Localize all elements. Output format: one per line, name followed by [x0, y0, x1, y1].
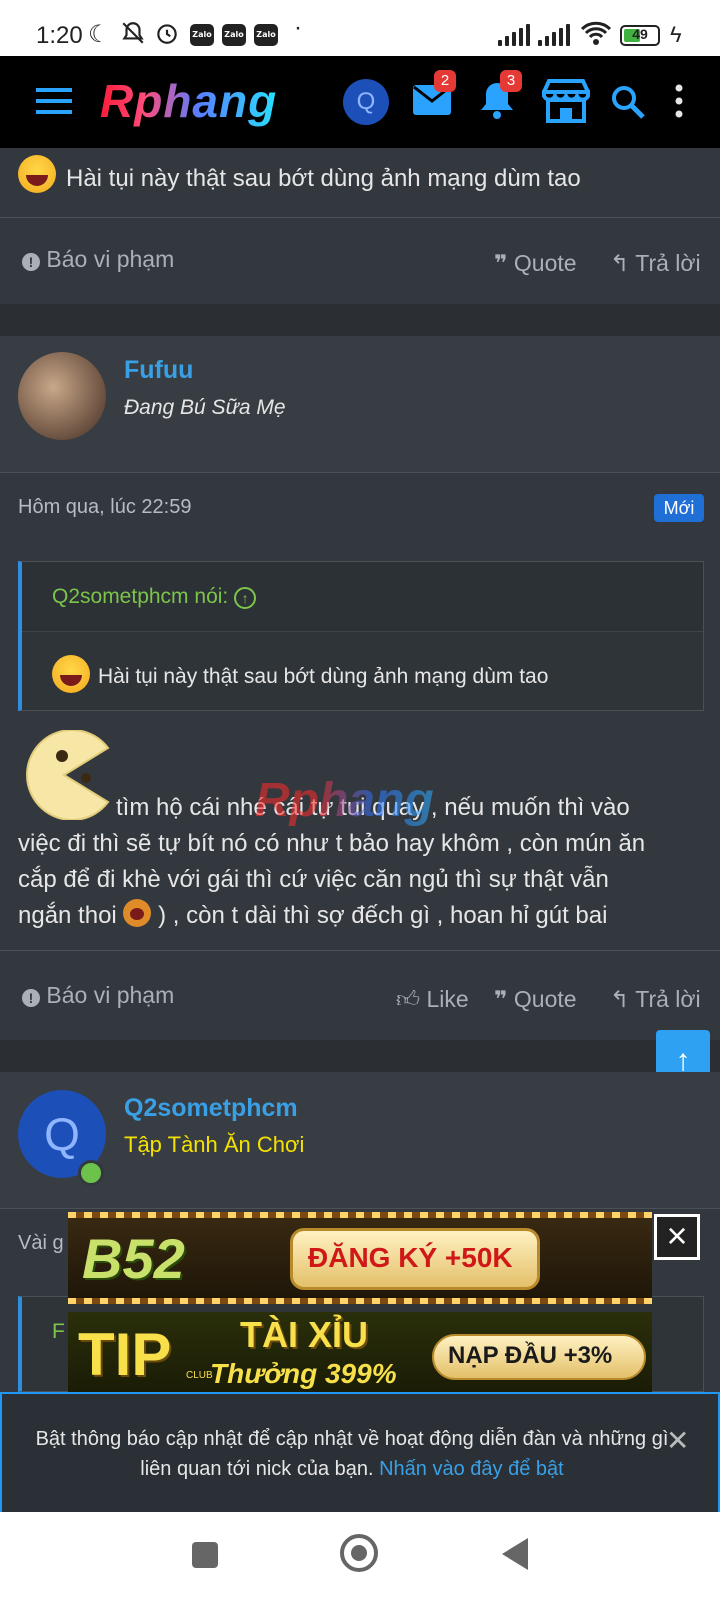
- like-button[interactable]: 👍︎ Like: [396, 986, 469, 1014]
- store-icon[interactable]: [540, 78, 592, 129]
- quote-button[interactable]: ❞ Quote: [494, 986, 577, 1013]
- post-body-line: ngắn thoi ) , còn t dài thì sợ đếch gì ,…: [18, 898, 708, 934]
- shock-emoji-icon: [123, 899, 152, 927]
- wifi-icon: [580, 20, 612, 53]
- post-body-text: ngắn thoi: [18, 902, 117, 929]
- reply-button[interactable]: ↰ Trả lời: [610, 986, 701, 1013]
- thumbs-up-icon: 👍︎: [396, 986, 421, 1012]
- alert-icon: !: [22, 253, 40, 271]
- pacman-emoji-icon: [26, 730, 110, 820]
- signal-icon: [538, 24, 572, 46]
- zalo-icon: Zalo: [254, 24, 278, 46]
- divider: [0, 1208, 720, 1209]
- reply-icon: ↰: [610, 986, 630, 1012]
- quote-label: Quote: [513, 250, 577, 276]
- battery-icon: 49: [620, 25, 660, 46]
- new-badge: Mới: [654, 494, 704, 522]
- notification-text: Bật thông báo cập nhật để cập nhật về ho…: [35, 1428, 669, 1480]
- zalo-icon: Zalo: [222, 24, 246, 46]
- username[interactable]: Fufuu: [124, 356, 193, 385]
- inbox-badge: 2: [434, 70, 456, 92]
- ad-cta: ĐĂNG KÝ +50K: [308, 1242, 513, 1273]
- quote-author-label: Q2sometphcm nói:: [52, 585, 229, 608]
- post-body-line: cắp để đi khè với gái thì cứ việc căn ng…: [18, 866, 609, 893]
- recents-button[interactable]: [192, 1542, 218, 1568]
- quote-author[interactable]: Q2sometphcm nói: ↑: [52, 585, 257, 609]
- signal-icon: [498, 24, 532, 46]
- alerts-badge: 3: [500, 70, 522, 92]
- divider: [0, 472, 720, 473]
- arrow-up-circle-icon[interactable]: ↑: [234, 587, 257, 609]
- quote-button[interactable]: ❞ Quote: [494, 250, 577, 277]
- post-body-line: việc đi thì sẽ tự bít nó có như t bảo ha…: [18, 830, 646, 857]
- clock: 1:20: [36, 22, 83, 49]
- report-label: Báo vi phạm: [46, 246, 175, 272]
- status-bar: 1:20 ☾ Zalo Zalo Zalo · 49 ϟ: [0, 0, 720, 56]
- post-author-header: [0, 1072, 720, 1208]
- home-button[interactable]: [340, 1534, 378, 1572]
- reply-label: Trả lời: [635, 986, 701, 1012]
- post-timestamp[interactable]: Vài g: [18, 1232, 64, 1255]
- report-button[interactable]: ! Báo vi phạm: [22, 246, 174, 273]
- ad-title: TÀI XỈU: [240, 1314, 369, 1355]
- quote-text: Hài tụi này thật sau bớt dùng ảnh mạng d…: [98, 665, 549, 688]
- ad-banner-b52[interactable]: B52 ĐĂNG KÝ +50K: [68, 1212, 652, 1304]
- ad-close-button[interactable]: ×: [654, 1214, 700, 1260]
- user-title: Đang Bú Sữa Mẹ: [124, 396, 286, 419]
- post-timestamp[interactable]: Hôm qua, lúc 22:59: [18, 496, 191, 519]
- reply-button[interactable]: ↰ Trả lời: [610, 250, 701, 277]
- back-button[interactable]: [502, 1538, 528, 1570]
- post-author-header: [0, 336, 720, 472]
- alert-icon: !: [22, 989, 40, 1007]
- reply-label: Trả lời: [635, 250, 701, 276]
- username[interactable]: Q2sometphcm: [124, 1094, 298, 1123]
- ad-brand: TIP: [78, 1321, 172, 1388]
- ad-cta: NẠP ĐẦU +3%: [448, 1342, 613, 1369]
- reply-icon: ↰: [610, 250, 630, 276]
- report-label: Báo vi phạm: [46, 982, 175, 1008]
- watermark: Rphang: [255, 774, 434, 827]
- ad-subtitle: Thưởng 399%: [210, 1358, 397, 1389]
- ad-club: CLUB: [186, 1370, 213, 1381]
- menu-icon[interactable]: [36, 86, 72, 121]
- ad-brand: B52: [82, 1227, 185, 1290]
- ad-banner-tip[interactable]: TIP CLUB TÀI XỈU Thưởng 399% NẠP ĐẦU +3%: [68, 1312, 652, 1392]
- divider: [0, 217, 720, 218]
- like-label: Like: [426, 986, 469, 1012]
- quote-icon: ❞: [494, 986, 508, 1012]
- charging-icon: ϟ: [670, 22, 682, 47]
- zalo-icon: Zalo: [190, 24, 214, 46]
- quote-author[interactable]: F: [52, 1320, 65, 1344]
- report-button[interactable]: ! Báo vi phạm: [22, 982, 174, 1009]
- divider: [0, 950, 720, 951]
- notification-message: Bật thông báo cập nhật để cập nhật về ho…: [32, 1424, 672, 1484]
- alarm-icon: [154, 20, 180, 53]
- mute-bell-icon: [120, 20, 146, 53]
- avatar[interactable]: [18, 352, 106, 440]
- quote-icon: ❞: [494, 250, 508, 276]
- push-notification-prompt: Bật thông báo cập nhật để cập nhật về ho…: [0, 1392, 720, 1512]
- moon-icon: ☾: [88, 21, 110, 48]
- system-nav-bar: [0, 1512, 720, 1600]
- online-indicator: [78, 1160, 104, 1186]
- close-icon: ×: [666, 1215, 688, 1256]
- close-icon[interactable]: ✕: [666, 1424, 689, 1457]
- laugh-emoji-icon: [52, 655, 90, 693]
- user-avatar[interactable]: Q: [343, 79, 389, 125]
- more-icon[interactable]: [674, 84, 684, 123]
- quote-label: Quote: [513, 986, 577, 1012]
- laugh-emoji-icon: [18, 155, 56, 193]
- enable-notifications-link[interactable]: Nhấn vào đây để bật: [379, 1458, 564, 1480]
- post-body-text: ) , còn t dài thì sợ đếch gì , hoan hỉ g…: [158, 902, 608, 929]
- search-icon[interactable]: [610, 84, 646, 125]
- site-logo[interactable]: Rphang: [100, 74, 277, 128]
- post-text: Hài tụi này thật sau bớt dùng ảnh mạng d…: [66, 165, 581, 192]
- battery-level: 49: [632, 26, 648, 42]
- dot-icon: ·: [294, 14, 302, 41]
- user-title: Tập Tành Ăn Chơi: [124, 1132, 305, 1157]
